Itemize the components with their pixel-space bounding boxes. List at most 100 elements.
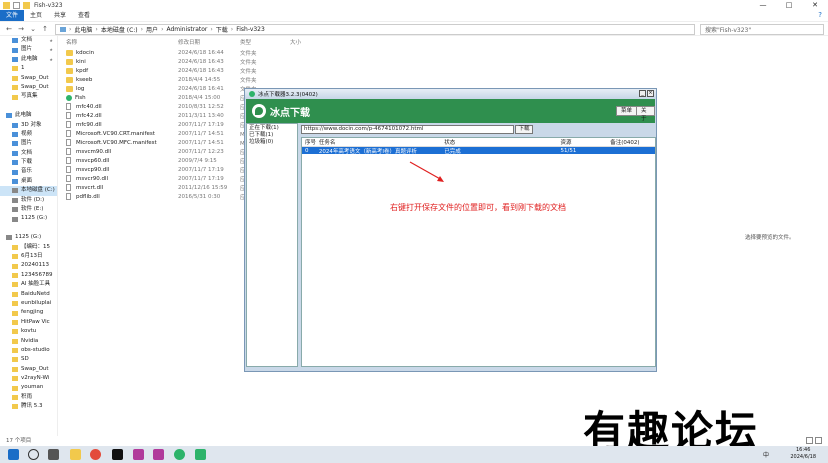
sidebar-item[interactable]: Nvidia (0, 337, 57, 346)
sidebar-item[interactable]: 积雨 (0, 393, 57, 402)
sidebar-item[interactable]: 软件 (E:) (0, 205, 57, 214)
tab-view[interactable]: 查看 (72, 10, 96, 21)
sidebar-item[interactable]: 视频 (0, 130, 57, 139)
capcut-icon[interactable] (112, 449, 123, 460)
computer-icon (6, 113, 12, 119)
file-date: 2024/6/18 16:43 (178, 58, 224, 65)
start-icon[interactable] (8, 449, 19, 460)
sidebar-item[interactable]: 1125 (G:) (0, 214, 57, 223)
new-folder-icon[interactable] (23, 1, 30, 9)
help-icon[interactable]: ? (818, 10, 822, 21)
maximize-button[interactable]: □ (776, 0, 802, 10)
sidebar-item[interactable]: 20240113 (0, 261, 57, 270)
sidebar-item[interactable]: v2rayN-Wi (0, 374, 57, 383)
breadcrumb-item[interactable]: Administrator (166, 26, 207, 33)
details-view-icon[interactable] (806, 437, 813, 444)
breadcrumb-item[interactable]: 下载 (216, 25, 228, 34)
sidebar-item[interactable]: 1 (0, 64, 57, 73)
tab-file[interactable]: 文件 (0, 10, 25, 21)
about-button[interactable]: 关于 (636, 106, 655, 122)
file-row[interactable]: kdocin 2024/6/18 16:44 文件夹 (60, 48, 740, 57)
sidebar-item[interactable]: HitPaw Vic (0, 318, 57, 327)
sidebar-item[interactable]: 软件 (D:) (0, 196, 57, 205)
file-row[interactable]: kseeb 2018/4/4 14:55 文件夹 (60, 75, 740, 84)
recent-chevron-icon[interactable]: ⌄ (28, 25, 38, 33)
sidebar-item[interactable]: 本地磁盘 (C:) (0, 186, 57, 196)
file-row[interactable]: kpdf 2024/6/18 16:43 文件夹 (60, 66, 740, 75)
sidebar-item[interactable]: 6月13日 (0, 252, 57, 261)
close-button[interactable]: ✕ (802, 0, 828, 10)
forward-arrow-icon[interactable]: → (16, 25, 26, 33)
sidebar-item[interactable]: Swap_Out (0, 365, 57, 374)
close-button[interactable]: × (647, 90, 654, 97)
sidebar-item[interactable]: Swap_Out (0, 74, 57, 83)
sidebar-item[interactable]: Swap_Out (0, 83, 57, 92)
sidebar-item[interactable]: 【编码：15 (0, 243, 57, 252)
category-trash[interactable]: 垃圾箱(0) (249, 139, 295, 146)
sidebar-item[interactable]: SD (0, 355, 57, 364)
sidebar-item[interactable]: 腾讯 5.3 (0, 402, 57, 411)
sidebar-item-label: 文档 (21, 37, 33, 43)
back-arrow-icon[interactable]: ← (4, 25, 14, 33)
sidebar-item[interactable]: BaiduNetd (0, 290, 57, 299)
sidebar-item[interactable]: 123456789 (0, 271, 57, 280)
tab-share[interactable]: 共享 (48, 10, 72, 21)
properties-icon[interactable] (13, 1, 20, 9)
search-input[interactable]: 搜索"Fish-v323" (700, 24, 824, 35)
sidebar-item[interactable]: 此电脑 (0, 111, 57, 120)
column-size[interactable]: 大小 (290, 38, 330, 46)
menu-button[interactable]: 菜单 (616, 106, 638, 116)
breadcrumb-item[interactable]: 此电脑 (74, 25, 92, 34)
ime-indicator[interactable]: 中 (763, 450, 769, 459)
address-bar[interactable]: › 此电脑 › 本地磁盘 (C:) › 用户 › Administrator ›… (55, 24, 695, 35)
file-icon (66, 103, 71, 111)
sidebar-item[interactable]: 图片 ★ (0, 45, 57, 54)
task-view-icon[interactable] (48, 449, 59, 460)
sidebar-item[interactable]: kovtu (0, 327, 57, 336)
column-type[interactable]: 类型 (240, 38, 290, 46)
file-explorer-icon[interactable] (70, 449, 81, 460)
column-date[interactable]: 修改日期 (178, 38, 240, 46)
file-row[interactable]: kini 2024/6/18 16:43 文件夹 (60, 57, 740, 66)
table-row[interactable]: 0 2024年高考语文（新高考Ⅰ卷）真题评析 已完成 51/51 (302, 147, 655, 155)
breadcrumb-item[interactable]: Fish-v323 (236, 26, 265, 33)
app-icon[interactable] (133, 449, 144, 460)
folder-icon (12, 75, 18, 81)
sidebar-item[interactable]: fengjing (0, 308, 57, 317)
sidebar-item[interactable]: AI 抽脸工具 (0, 280, 57, 289)
sidebar-item[interactable]: 写真集 (0, 92, 57, 101)
category-downloaded[interactable]: 已下载(1) (249, 132, 295, 139)
file-name: kini (76, 58, 86, 65)
app-icon[interactable] (153, 449, 164, 460)
url-input[interactable]: https://www.docin.com/p-4674101072.html (301, 125, 514, 134)
sidebar-item[interactable]: 3D 对象 (0, 121, 57, 130)
category-downloading[interactable]: 正在下载(1) (249, 125, 295, 132)
minimize-button[interactable]: — (750, 0, 776, 10)
preview-pane-text: 选择要预览的文件。 (745, 235, 795, 241)
large-icons-view-icon[interactable] (815, 437, 822, 444)
sidebar-item[interactable]: 桌面 (0, 177, 57, 186)
sidebar-item[interactable]: 此电脑 ★ (0, 55, 57, 64)
minimize-button[interactable]: _ (639, 90, 646, 97)
app-icon[interactable] (195, 449, 206, 460)
sidebar-item[interactable]: 下载 (0, 158, 57, 167)
sidebar-item[interactable]: 图片 (0, 139, 57, 148)
sidebar-item[interactable]: 文档 (0, 149, 57, 158)
sidebar-item[interactable]: 1125 (G:) (0, 233, 57, 242)
download-button[interactable]: 下载 (515, 125, 533, 134)
breadcrumb-item[interactable]: 本地磁盘 (C:) (101, 25, 138, 34)
search-icon[interactable] (28, 449, 39, 460)
sidebar-item[interactable]: youman (0, 383, 57, 392)
downloader-taskbar-icon[interactable] (174, 449, 185, 460)
sidebar-item[interactable]: 音乐 (0, 167, 57, 176)
file-list-header: 名称 修改日期 类型 大小 (60, 36, 740, 48)
tab-home[interactable]: 主页 (24, 10, 48, 21)
sidebar-item[interactable]: obs-studio (0, 346, 57, 355)
up-arrow-icon[interactable]: ↑ (40, 25, 50, 33)
sidebar-item[interactable]: eunbiluplai (0, 299, 57, 308)
column-name[interactable]: 名称 (60, 38, 178, 46)
breadcrumb-item[interactable]: 用户 (146, 25, 158, 34)
clock[interactable]: 16:46 2024/6/18 (790, 447, 816, 461)
browser-icon[interactable] (90, 449, 101, 460)
sidebar-item[interactable]: 文档 ★ (0, 36, 57, 45)
